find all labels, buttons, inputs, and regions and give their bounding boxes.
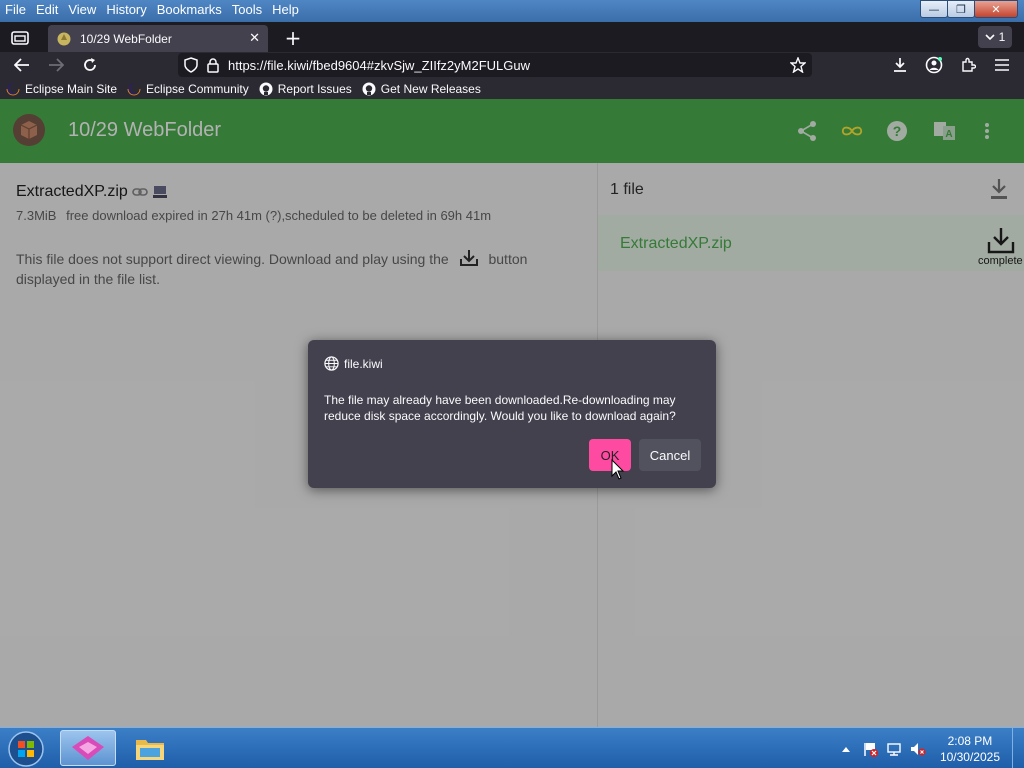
back-arrow-icon: [14, 58, 29, 72]
bookmark-label: Eclipse Main Site: [25, 81, 118, 96]
bookmark-label: Report Issues: [277, 81, 352, 96]
bookmark-label: Get New Releases: [380, 81, 481, 96]
tracking-shield-icon[interactable]: [184, 57, 198, 73]
taskbar-browser-app[interactable]: [60, 730, 116, 766]
github-icon: [362, 82, 376, 95]
hamburger-menu-icon: [995, 59, 1009, 71]
action-center-flag-icon[interactable]: [862, 741, 878, 757]
window-titlebar: File Edit View History Bookmarks Tools H…: [0, 0, 1024, 22]
menu-file[interactable]: File: [0, 0, 31, 20]
volume-muted-icon[interactable]: [910, 741, 926, 757]
forward-arrow-icon: [49, 58, 64, 72]
minimize-button[interactable]: —: [920, 0, 948, 18]
list-all-tabs-button[interactable]: 1: [978, 26, 1012, 48]
browser-app-icon: [72, 736, 104, 760]
folder-icon: [136, 740, 164, 760]
reload-button[interactable]: [78, 54, 102, 76]
download-icon: [894, 58, 906, 72]
menu-edit[interactable]: Edit: [31, 0, 63, 20]
bookmark-label: Eclipse Community: [146, 81, 249, 96]
github-icon: [259, 82, 273, 95]
menu-bar: File Edit View History Bookmarks Tools H…: [0, 0, 304, 20]
bookmarks-toolbar: Eclipse Main Site Eclipse Community Repo…: [0, 78, 1024, 99]
eclipse-icon: [6, 82, 20, 95]
clock[interactable]: 2:08 PM 10/30/2025: [940, 733, 1000, 765]
url-bar[interactable]: https://file.kiwi/fbed9604#zkvSjw_ZIIfz2…: [178, 53, 812, 77]
menu-history[interactable]: History: [101, 0, 151, 20]
tab-strip: 10/29 WebFolder ✕ + 1: [0, 22, 1024, 52]
menu-help[interactable]: Help: [267, 0, 304, 20]
downloads-button[interactable]: [888, 54, 912, 76]
new-tab-button[interactable]: +: [282, 28, 304, 50]
bookmark-report-issues[interactable]: Report Issues: [259, 82, 352, 96]
eclipse-icon: [127, 82, 142, 95]
firefox-view-button[interactable]: [8, 27, 32, 49]
bookmark-eclipse-community[interactable]: Eclipse Community: [127, 82, 249, 96]
windows-taskbar: 2:08 PM 10/30/2025: [0, 727, 1024, 768]
bookmark-get-new-releases[interactable]: Get New Releases: [362, 82, 481, 96]
lock-icon[interactable]: [206, 57, 220, 73]
chevron-down-icon: [985, 34, 995, 41]
restore-button[interactable]: ❐: [947, 0, 975, 18]
dialog-origin-label: file.kiwi: [344, 356, 383, 371]
app-menu-button[interactable]: [990, 54, 1014, 76]
cancel-button[interactable]: Cancel: [639, 439, 701, 471]
system-tray: 2:08 PM 10/30/2025: [834, 728, 1008, 768]
confirm-dialog: file.kiwi The file may already have been…: [308, 340, 716, 488]
menu-view[interactable]: View: [63, 0, 101, 20]
tab-title: 10/29 WebFolder: [80, 31, 172, 46]
dialog-message: The file may already have been downloade…: [324, 393, 676, 423]
extensions-button[interactable]: [956, 54, 980, 76]
url-text[interactable]: https://file.kiwi/fbed9604#zkvSjw_ZIIfz2…: [228, 58, 790, 73]
window-controls: — ❐ ✕: [920, 0, 1018, 18]
show-hidden-icons-icon[interactable]: [838, 741, 854, 757]
clock-date: 10/30/2025: [939, 749, 1000, 764]
show-desktop-button[interactable]: [1012, 728, 1024, 768]
bookmark-star-icon[interactable]: [790, 57, 806, 73]
menu-bookmarks[interactable]: Bookmarks: [152, 0, 227, 20]
menu-tools[interactable]: Tools: [227, 0, 267, 20]
taskbar-explorer-app[interactable]: [122, 730, 178, 766]
start-button-icon[interactable]: [6, 730, 46, 768]
bookmark-eclipse-main[interactable]: Eclipse Main Site: [6, 82, 117, 96]
clock-time: 2:08 PM: [947, 733, 993, 748]
tab-close-icon[interactable]: ✕: [249, 31, 260, 46]
network-icon[interactable]: [886, 741, 902, 757]
close-window-button[interactable]: ✕: [974, 0, 1018, 18]
dialog-origin: file.kiwi: [324, 356, 383, 371]
back-button[interactable]: [10, 54, 34, 76]
account-icon: [925, 56, 943, 74]
forward-button[interactable]: [44, 54, 68, 76]
reload-icon: [84, 58, 96, 71]
globe-icon: [324, 356, 339, 371]
kiwi-favicon-icon: [57, 32, 71, 45]
tab-webfolder[interactable]: 10/29 WebFolder ✕: [48, 25, 268, 52]
tab-count: 1: [998, 30, 1006, 44]
account-button[interactable]: [922, 54, 946, 76]
puzzle-icon: [962, 57, 976, 72]
firefox-view-icon: [11, 31, 29, 45]
mouse-cursor-icon: [611, 459, 625, 480]
navigation-toolbar: https://file.kiwi/fbed9604#zkvSjw_ZIIfz2…: [0, 52, 1024, 78]
